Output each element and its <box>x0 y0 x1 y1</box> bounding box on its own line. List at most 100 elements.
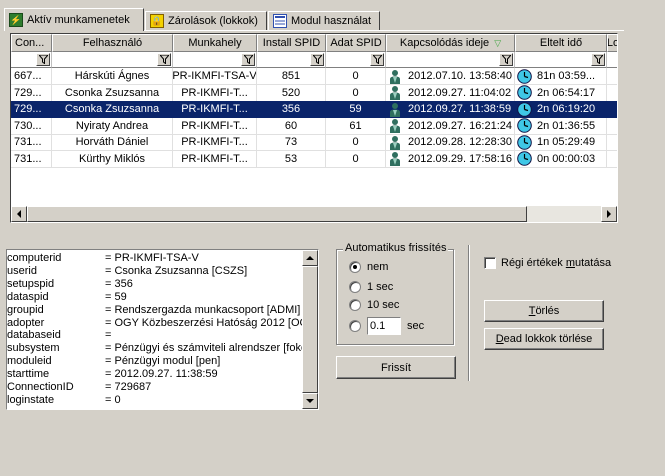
cell-text: 851 <box>281 70 301 82</box>
cell-text: 2n 06:54:17 <box>537 86 596 99</box>
tab-active-sessions[interactable]: ⚡ Aktív munkamenetek <box>4 8 144 31</box>
cell-elapsed: 1n 05:29:49 <box>515 134 607 151</box>
cell-install_spid: 53 <box>257 150 326 168</box>
cell-text: PR-IKMFI-T... <box>181 152 248 165</box>
table-row[interactable]: 731... Kürthy Miklós PR-IKMFI-T... 53 0 2012.… <box>11 150 617 168</box>
table-row[interactable]: 731... Horváth Dániel PR-IKMFI-T... 73 0 2012… <box>11 134 617 151</box>
clock-icon <box>517 118 532 133</box>
arrow-left-icon <box>17 210 21 218</box>
cell-text: Csonka Zsuzsanna <box>64 103 160 115</box>
cell-user: Hárskúti Ágnes <box>52 68 173 85</box>
table-row[interactable]: 729... Csonka Zsuzsanna PR-IKMFI-T... 356 59… <box>11 101 617 118</box>
cell-workstation: PR-IKMFI-T... <box>173 134 257 151</box>
cell-workstation: PR-IKMFI-TSA-V <box>173 68 257 85</box>
radio-button[interactable] <box>349 281 361 293</box>
radio-refresh-1sec[interactable]: 1 sec <box>349 279 393 295</box>
refresh-button[interactable]: Frissít <box>336 356 456 379</box>
column-header-label: Lo <box>607 37 617 49</box>
table-row[interactable]: 730... Nyiraty Andrea PR-IKMFI-T... 60 61 201… <box>11 117 617 135</box>
table-row[interactable]: 667... Hárskúti Ágnes PR-IKMFI-TSA-V 851 0 20… <box>11 68 617 85</box>
column-header-connect_time[interactable]: Kapcsolódás ideje ▽ <box>386 34 515 52</box>
detail-value: = 59 <box>105 290 127 303</box>
filter-button[interactable] <box>36 53 50 66</box>
column-header-install_spid[interactable]: Install SPID <box>257 34 326 52</box>
scroll-thumb[interactable] <box>27 206 527 222</box>
column-header-con[interactable]: Con... <box>11 34 52 52</box>
scroll-thumb[interactable] <box>302 266 318 393</box>
cell-text: 0 <box>352 136 359 148</box>
cell-con: 729... <box>11 84 52 102</box>
horizontal-scrollbar[interactable] <box>11 206 617 222</box>
table-row[interactable]: 729... Csonka Zsuzsanna PR-IKMFI-T... 520 0 2… <box>11 84 617 102</box>
cell-extra <box>607 118 617 135</box>
custom-interval-input[interactable] <box>367 317 401 335</box>
column-header-data_spid[interactable]: Adat SPID <box>326 34 386 52</box>
detail-value: = OGY Közbeszerzési Hatóság 2012 [OGY <box>105 316 302 329</box>
radio-button[interactable] <box>349 261 361 273</box>
filter-cell-con[interactable] <box>11 52 52 68</box>
column-header-elapsed[interactable]: Eltelt idő <box>515 34 607 52</box>
filter-cell-data_spid[interactable] <box>326 52 386 68</box>
delete-button[interactable]: Törlés <box>484 300 604 322</box>
filter-cell-extra[interactable] <box>607 52 617 68</box>
cell-data_spid: 61 <box>326 117 386 135</box>
session-details-box[interactable]: computerid = PR-IKMFI-TSA-V userid = Csonka… <box>6 249 319 410</box>
filter-button[interactable] <box>499 53 513 66</box>
column-header-label: Con... <box>15 37 45 49</box>
scroll-up-button[interactable] <box>302 250 318 266</box>
column-header-workstation[interactable]: Munkahely <box>173 34 257 52</box>
show-old-values-checkbox[interactable]: Régi értékek mutatása <box>484 256 611 270</box>
checkbox[interactable] <box>484 257 496 269</box>
filter-cell-elapsed[interactable] <box>515 52 607 68</box>
vertical-separator <box>468 245 470 381</box>
radio-label: 10 sec <box>367 299 400 311</box>
filter-cell-connect_time[interactable] <box>386 52 515 68</box>
detail-key: subsystem <box>7 342 60 355</box>
cell-text: 2012.09.27. 11:04:02 <box>408 86 512 99</box>
tab-locks[interactable]: 🔒 Zárolások (lokkok) <box>145 11 267 30</box>
sessions-grid[interactable]: Con... Felhasználó Munkahely Install SPID Ad… <box>10 33 618 223</box>
lightning-icon: ⚡ <box>9 13 23 27</box>
filter-button[interactable] <box>310 53 324 66</box>
lock-icon: 🔒 <box>150 14 164 28</box>
cell-extra <box>607 101 617 118</box>
column-header-label: Kapcsolódás ideje <box>399 37 490 49</box>
radio-refresh-10sec[interactable]: 10 sec <box>349 297 399 313</box>
filter-button[interactable] <box>591 53 605 66</box>
detail-value: = 2012.09.27. 11:38:59 <box>105 368 218 381</box>
vertical-scrollbar[interactable] <box>302 250 318 409</box>
column-header-extra[interactable]: Lo <box>607 34 617 52</box>
filter-cell-user[interactable] <box>52 52 173 68</box>
detail-key: userid <box>7 264 37 277</box>
clock-icon <box>517 68 532 84</box>
cell-connect_time: 2012.09.29. 17:58:16 <box>386 150 515 168</box>
filter-cell-install_spid[interactable] <box>257 52 326 68</box>
detail-key: groupid <box>7 303 44 316</box>
filter-button[interactable] <box>370 53 384 66</box>
radio-button[interactable] <box>349 320 361 332</box>
filter-button[interactable] <box>157 53 171 66</box>
cell-connect_time: 2012.09.27. 11:38:59 <box>386 101 515 118</box>
cell-extra <box>607 68 617 85</box>
filter-button[interactable] <box>241 53 255 66</box>
tab-module-usage[interactable]: Modul használat <box>268 11 380 30</box>
radio-refresh-none[interactable]: nem <box>349 259 388 275</box>
detail-value: = Csonka Zsuzsanna [CSZS] <box>105 264 248 277</box>
delete-dead-locks-button[interactable]: Dead lokkok törlése <box>484 328 604 350</box>
cell-elapsed: 2n 06:19:20 <box>515 101 607 118</box>
funnel-icon <box>38 55 48 64</box>
cell-con: 730... <box>11 117 52 135</box>
scroll-left-button[interactable] <box>11 206 27 222</box>
cell-workstation: PR-IKMFI-T... <box>173 150 257 168</box>
scroll-right-button[interactable] <box>601 206 617 222</box>
radio-button[interactable] <box>349 299 361 311</box>
filter-cell-workstation[interactable] <box>173 52 257 68</box>
clock-icon <box>517 85 532 100</box>
interval-unit-label: sec <box>407 320 425 332</box>
cell-connect_time: 2012.07.10. 13:58:40 <box>386 68 515 85</box>
auto-refresh-group: Automatikus frissítés nem 1 sec 10 sec s… <box>336 242 454 345</box>
column-header-user[interactable]: Felhasználó <box>52 34 173 52</box>
scroll-down-button[interactable] <box>302 393 318 409</box>
cell-text: PR-IKMFI-T... <box>181 119 248 132</box>
radio-refresh-custom[interactable]: sec <box>349 316 424 336</box>
